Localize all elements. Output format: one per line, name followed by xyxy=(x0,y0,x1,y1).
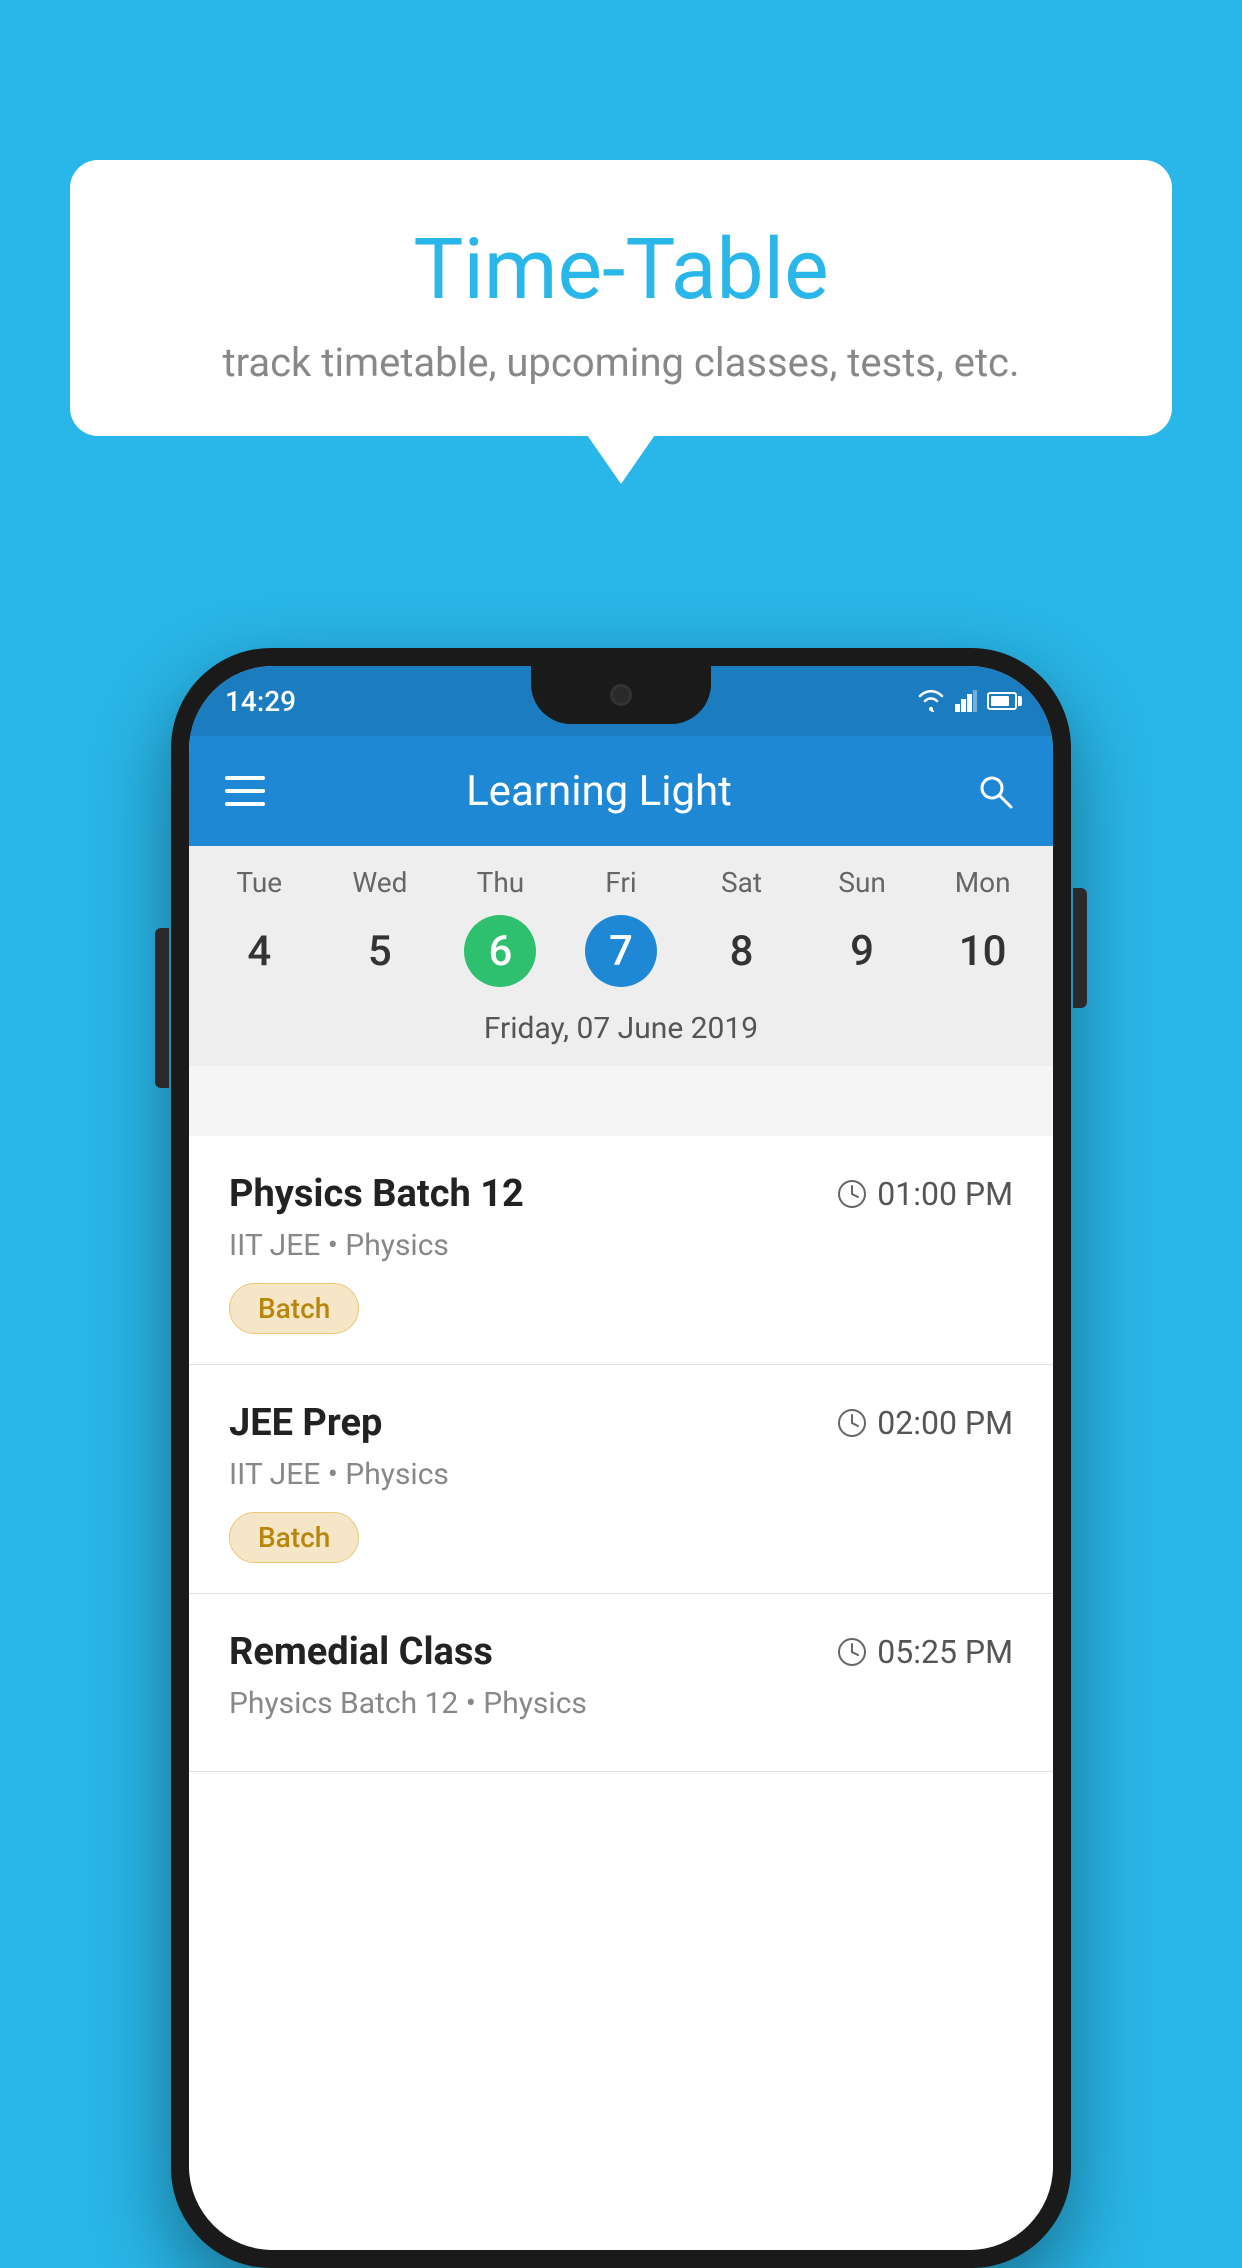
batch-badge: Batch xyxy=(229,1512,359,1563)
schedule-item-subtitle: Physics Batch 12 • Physics xyxy=(229,1686,1013,1721)
day-label: Sat xyxy=(721,866,762,899)
background: Time-Table track timetable, upcoming cla… xyxy=(0,0,1242,2208)
day-number: 9 xyxy=(826,915,898,987)
schedule-time: 01:00 PM xyxy=(837,1175,1013,1213)
schedule-item-header: JEE Prep 02:00 PM xyxy=(229,1401,1013,1445)
day-col-sat[interactable]: Sat 8 xyxy=(692,866,792,987)
day-number: 6 xyxy=(464,915,536,987)
calendar-section: Tue 4 Wed 5 Thu 6 Fri 7 Sat 8 Sun 9 Mon 10 Friday, 07… xyxy=(189,846,1053,1066)
callout-subtitle: track timetable, upcoming classes, tests… xyxy=(130,339,1112,386)
search-icon xyxy=(975,771,1015,811)
day-col-mon[interactable]: Mon 10 xyxy=(933,866,1033,987)
schedule-item-title: JEE Prep xyxy=(229,1401,382,1445)
app-title: Learning Light xyxy=(265,767,973,816)
schedule-item-1[interactable]: JEE Prep 02:00 PM IIT JEE • Physics Batc… xyxy=(189,1365,1053,1594)
day-label: Sun xyxy=(838,866,886,899)
clock-icon xyxy=(837,1408,867,1438)
front-camera xyxy=(610,684,632,706)
phone-mockup: 14:29 xyxy=(171,648,1071,2268)
selected-date-label: Friday, 07 June 2019 xyxy=(189,997,1053,1066)
wifi-icon xyxy=(917,690,945,712)
callout-title: Time-Table xyxy=(130,220,1112,319)
day-col-fri[interactable]: Fri 7 xyxy=(571,866,671,987)
day-label: Thu xyxy=(477,866,525,899)
day-number: 7 xyxy=(585,915,657,987)
signal-icon xyxy=(955,690,977,712)
schedule-time: 02:00 PM xyxy=(837,1404,1013,1442)
schedule-item-header: Remedial Class 05:25 PM xyxy=(229,1630,1013,1674)
day-number: 4 xyxy=(223,915,295,987)
phone-notch xyxy=(531,666,711,724)
day-label: Wed xyxy=(352,866,407,899)
search-button[interactable] xyxy=(973,769,1017,813)
day-col-thu[interactable]: Thu 6 xyxy=(450,866,550,987)
schedule-item-title: Remedial Class xyxy=(229,1630,493,1674)
battery-icon xyxy=(987,692,1017,710)
day-label: Mon xyxy=(955,866,1011,899)
schedule-list: Physics Batch 12 01:00 PM IIT JEE • Phys… xyxy=(189,1136,1053,2250)
schedule-time: 05:25 PM xyxy=(837,1633,1013,1671)
schedule-item-0[interactable]: Physics Batch 12 01:00 PM IIT JEE • Phys… xyxy=(189,1136,1053,1365)
phone-screen: 14:29 xyxy=(189,666,1053,2250)
day-label: Fri xyxy=(605,866,636,899)
schedule-item-header: Physics Batch 12 01:00 PM xyxy=(229,1172,1013,1216)
clock-icon xyxy=(837,1637,867,1667)
day-number: 10 xyxy=(947,915,1019,987)
hamburger-menu-icon[interactable] xyxy=(225,776,265,806)
day-col-wed[interactable]: Wed 5 xyxy=(330,866,430,987)
schedule-item-title: Physics Batch 12 xyxy=(229,1172,524,1216)
schedule-item-2[interactable]: Remedial Class 05:25 PM Physics Batch 12… xyxy=(189,1594,1053,1772)
day-number: 8 xyxy=(706,915,778,987)
day-col-tue[interactable]: Tue 4 xyxy=(209,866,309,987)
day-number: 5 xyxy=(344,915,416,987)
app-bar: Learning Light xyxy=(189,736,1053,846)
schedule-item-subtitle: IIT JEE • Physics xyxy=(229,1457,1013,1492)
days-row: Tue 4 Wed 5 Thu 6 Fri 7 Sat 8 Sun 9 Mon 10 xyxy=(189,846,1053,997)
day-label: Tue xyxy=(236,866,282,899)
status-icons xyxy=(917,690,1017,712)
schedule-item-subtitle: IIT JEE • Physics xyxy=(229,1228,1013,1263)
status-time: 14:29 xyxy=(225,685,296,718)
callout-card: Time-Table track timetable, upcoming cla… xyxy=(70,160,1172,436)
batch-badge: Batch xyxy=(229,1283,359,1334)
day-col-sun[interactable]: Sun 9 xyxy=(812,866,912,987)
clock-icon xyxy=(837,1179,867,1209)
